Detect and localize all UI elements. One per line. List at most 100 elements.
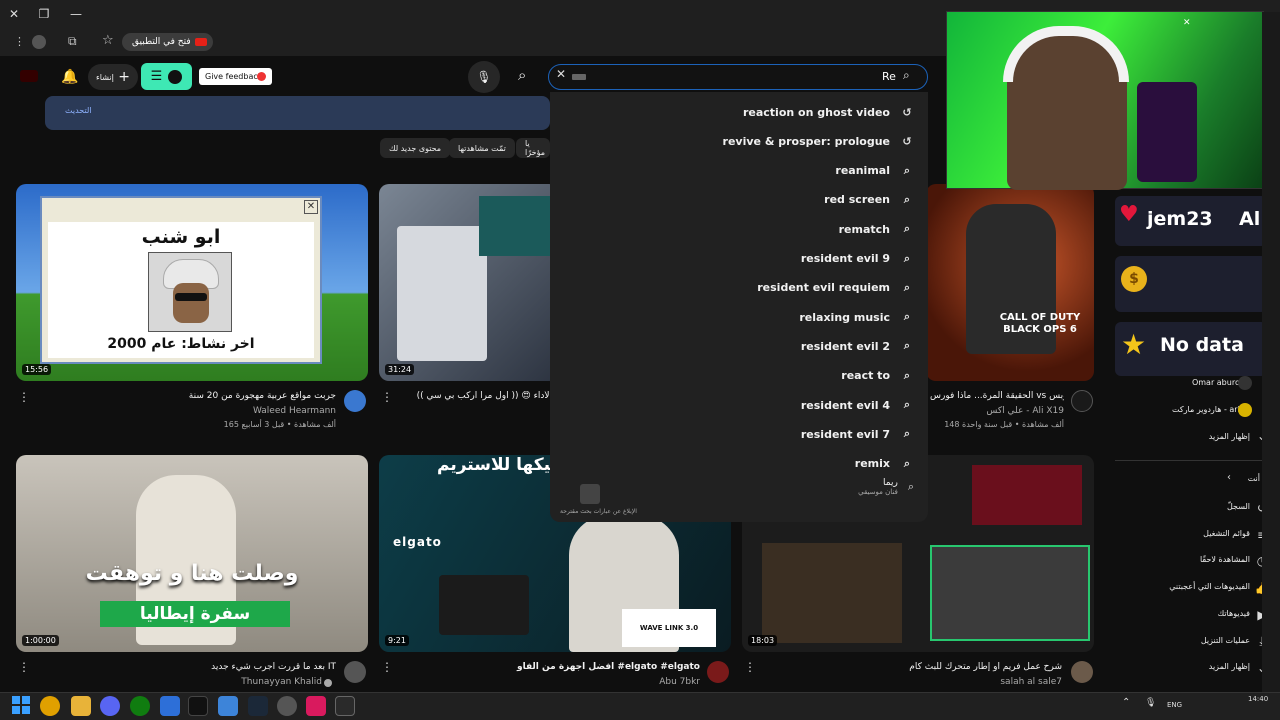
report-suggestions-link[interactable]: الإبلاغ عن عبارات بحث مقترحة	[560, 508, 637, 515]
search-suggestion[interactable]: rematch ⌕	[839, 217, 914, 241]
clock-time[interactable]: 14:40	[1248, 695, 1268, 703]
bookmark-star-icon[interactable]: ☆	[102, 33, 114, 48]
channel-avatar[interactable]	[1071, 390, 1093, 412]
search-suggestion[interactable]: react to ⌕	[841, 364, 914, 388]
app-icon-2[interactable]	[277, 696, 297, 716]
update-banner[interactable]: التحديث	[45, 96, 550, 130]
security-shield-icon[interactable]	[160, 696, 180, 716]
search-suggestion[interactable]: relaxing music ⌕	[799, 305, 914, 329]
discord-icon[interactable]	[100, 696, 120, 716]
channel-avatar[interactable]	[1071, 661, 1093, 683]
search-suggestion[interactable]: resident evil 4 ⌕	[801, 393, 914, 417]
chip-watched[interactable]: تمّت مشاهدتها	[449, 138, 515, 158]
sidebar-item[interactable]: السجلّ	[1227, 502, 1250, 511]
chrome-taskbar-icon[interactable]	[40, 696, 60, 716]
extension-menu-button[interactable]: ☰	[141, 63, 192, 90]
search-submit-icon[interactable]: ⌕	[903, 68, 910, 83]
sidebar-item[interactable]: عمليات التنزيل	[1201, 636, 1250, 645]
chip-new-for-you[interactable]: محتوى جديد لك	[380, 138, 451, 158]
language-indicator[interactable]: ENG	[1167, 701, 1182, 709]
more-options-icon[interactable]: ⋮	[18, 660, 30, 674]
search-suggestion[interactable]: reanimal ⌕	[835, 159, 914, 183]
search-icon: ⌕	[903, 192, 911, 206]
profile-icon[interactable]	[32, 35, 46, 49]
chip-recently[interactable]: يا مؤخرًا	[516, 138, 550, 158]
minimize-window-button[interactable]: —	[62, 0, 90, 28]
video-title[interactable]: افضل اجهزة من الفاو #elgato #elgato	[404, 662, 700, 672]
sidebar-item[interactable]: المشاهدة لاحقًا	[1200, 555, 1250, 564]
search-suggestion[interactable]: revive & prosper: prologue ↺	[723, 129, 914, 153]
suggestion-text: resident evil 9	[800, 252, 890, 265]
channel-avatar-icon[interactable]	[20, 70, 38, 82]
search-icon: ⌕	[903, 310, 911, 324]
keyboard-icon[interactable]	[572, 74, 586, 80]
give-feedback-button[interactable]: Give feedback	[199, 68, 272, 85]
channel-name[interactable]: Thunayyan Khalid	[40, 677, 322, 687]
extensions-icon[interactable]: ⧉	[68, 34, 77, 49]
channel-name[interactable]: علي اكس - Ali X19	[930, 406, 1064, 416]
hamburger-icon: ☰	[150, 69, 163, 84]
sidebar-item[interactable]: قوائم التشغيل	[1203, 529, 1250, 538]
sidebar-item[interactable]: إظهار المزيد	[1209, 662, 1250, 671]
windows-start-icon[interactable]	[12, 696, 30, 714]
channel-avatar[interactable]	[344, 390, 366, 412]
search-suggestion[interactable]: reaction on ghost video ↺	[743, 100, 914, 124]
search-suggestion[interactable]: remix ⌕	[855, 452, 914, 476]
menu-dots-icon[interactable]: ⋮	[14, 35, 25, 48]
app-icon[interactable]	[218, 696, 238, 716]
thumb-title: CALL OF DUTY BLACK OPS 6	[999, 312, 1081, 335]
tiktok-icon[interactable]	[188, 696, 208, 716]
video-title[interactable]: بعد ما قررت أجرب شيء جديد IT	[40, 662, 336, 672]
channel-name[interactable]: Abu 7bkr	[404, 677, 700, 687]
video-title[interactable]: جربت مواقع عربية مهجورة من 20 سنة	[40, 391, 336, 401]
suggestion-thumbnail	[580, 484, 600, 504]
channel-avatar[interactable]	[344, 661, 366, 683]
tray-chevron-icon[interactable]: ⌃	[1122, 697, 1130, 708]
more-options-icon[interactable]: ⋮	[381, 390, 393, 404]
sidebar-item[interactable]: فيديوهاتك	[1218, 609, 1250, 618]
close-window-button[interactable]: ✕	[0, 0, 28, 28]
search-icon[interactable]: ⌕	[518, 66, 526, 84]
tiktok-live-icon[interactable]	[306, 696, 326, 716]
panel-nodata-text: No data	[1160, 334, 1244, 356]
video-thumbnail[interactable]: وصلت هنا و توهقت سفرة إيطاليا 1:00:00	[16, 455, 368, 652]
suggestion-channel[interactable]: ريما فنان موسيقي ⌕	[858, 478, 914, 496]
video-title[interactable]: (( أول مرا اركب بي سي )) 😍 الأداء	[404, 391, 552, 401]
steam-icon[interactable]	[248, 696, 268, 716]
search-suggestion[interactable]: resident evil 2 ⌕	[801, 334, 914, 358]
search-suggestion[interactable]: resident evil 7 ⌕	[801, 422, 914, 446]
channel-name[interactable]: Waleed Hearmann	[40, 406, 336, 416]
search-suggestion[interactable]: resident evil 9 ⌕	[801, 247, 914, 271]
open-in-app-button[interactable]: فتح في التطبيق	[122, 33, 213, 51]
you-section-title[interactable]: أنت	[1248, 474, 1260, 483]
search-suggestion[interactable]: red screen ⌕	[824, 188, 914, 212]
channel-avatar	[1238, 403, 1252, 417]
video-thumbnail[interactable]: 31:24	[379, 184, 559, 381]
clear-search-icon[interactable]: ✕	[556, 67, 566, 81]
sidebar-item[interactable]: الفيديوهات التي أعجبتني	[1169, 582, 1250, 591]
show-more-subs-button[interactable]: إظهار المزيد	[1209, 432, 1250, 441]
file-explorer-icon[interactable]	[71, 696, 91, 716]
search-input[interactable]	[548, 64, 928, 90]
video-title[interactable]: الحقيقة المرة... ماذا فورس vs بلاك أوبس	[930, 391, 1064, 401]
video-thumbnail[interactable]: CALL OF DUTY BLACK OPS 6	[926, 184, 1094, 381]
channel-name[interactable]: salah al sale7	[766, 677, 1062, 687]
search-icon: ⌕	[903, 398, 911, 411]
xbox-icon[interactable]	[130, 696, 150, 716]
more-options-icon[interactable]: ⋮	[744, 660, 756, 674]
mic-tray-icon[interactable]: 🎙	[1145, 698, 1156, 708]
suggestion-channel-sub: فنان موسيقي	[858, 488, 898, 496]
restore-window-button[interactable]: ❐	[30, 0, 58, 28]
more-options-icon[interactable]: ⋮	[381, 660, 393, 674]
voice-search-button[interactable]: 🎙	[468, 61, 500, 93]
create-button[interactable]: إنشاء +	[88, 64, 138, 90]
search-suggestion[interactable]: resident evil requiem ⌕	[757, 276, 914, 300]
video-thumbnail[interactable]: ✕ ابو شنب اخر نشاط: عام 2000 15:56	[16, 184, 368, 381]
overlay-panel-chat: ♥ jem23 Al	[1115, 196, 1267, 246]
notifications-bell-icon[interactable]: 🔔	[54, 61, 86, 93]
more-options-icon[interactable]: ⋮	[18, 390, 30, 404]
video-title[interactable]: شرح عمل فريم او إطار متحرك للبث كام	[766, 662, 1062, 672]
terminal-icon[interactable]	[335, 696, 355, 716]
channel-avatar[interactable]	[707, 661, 729, 683]
thumb-text-block	[479, 196, 559, 256]
